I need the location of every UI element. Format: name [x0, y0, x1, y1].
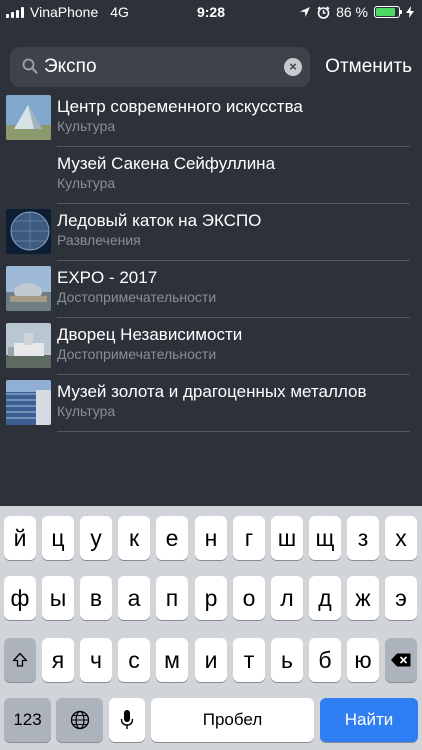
result-category: Развлечения — [57, 232, 141, 248]
key[interactable]: р — [195, 576, 227, 620]
globe-key[interactable] — [56, 698, 103, 742]
key[interactable]: п — [156, 576, 188, 620]
search-input[interactable]: Экспо × — [10, 47, 310, 87]
divider — [57, 431, 410, 432]
battery-percent: 86 % — [336, 4, 368, 20]
key[interactable]: ь — [271, 638, 303, 682]
image-expo — [6, 266, 51, 311]
key[interactable]: щ — [309, 516, 341, 560]
key[interactable]: и — [195, 638, 227, 682]
key[interactable]: ы — [42, 576, 74, 620]
backspace-icon — [391, 653, 411, 667]
key[interactable]: э — [385, 576, 417, 620]
result-item[interactable]: Музей Сакена Сейфуллина Культура — [0, 147, 422, 204]
key[interactable]: я — [42, 638, 74, 682]
key[interactable]: ц — [42, 516, 74, 560]
cancel-button[interactable]: Отменить — [325, 56, 412, 78]
numbers-key[interactable]: 123 — [4, 698, 51, 742]
key[interactable]: б — [309, 638, 341, 682]
search-row: Экспо × Отменить — [10, 47, 412, 87]
key[interactable]: д — [309, 576, 341, 620]
key[interactable]: й — [4, 516, 36, 560]
search-button[interactable]: Найти — [320, 698, 418, 742]
results-list: Центр современного искусства Культура Му… — [0, 90, 422, 432]
key[interactable]: г — [233, 516, 265, 560]
image-pyramid — [6, 95, 51, 140]
key[interactable]: ч — [80, 638, 112, 682]
key[interactable]: х — [385, 516, 417, 560]
key[interactable]: е — [156, 516, 188, 560]
search-query: Экспо — [44, 56, 97, 77]
key[interactable]: ш — [271, 516, 303, 560]
image-sphere — [6, 209, 51, 254]
charging-icon — [406, 6, 414, 18]
result-category: Культура — [57, 118, 116, 134]
key[interactable]: а — [118, 576, 150, 620]
alarm-icon — [317, 5, 330, 19]
key[interactable]: в — [80, 576, 112, 620]
globe-icon — [70, 710, 89, 730]
key[interactable]: ж — [347, 576, 379, 620]
result-category: Культура — [57, 403, 116, 419]
result-item[interactable]: Ледовый каток на ЭКСПО Развлечения — [0, 204, 422, 261]
result-item[interactable]: Центр современного искусства Культура — [0, 90, 422, 147]
result-title: Центр современного искусства — [57, 97, 303, 116]
location-icon — [300, 7, 311, 17]
space-key[interactable]: Пробел — [151, 698, 314, 742]
result-title: Ледовый каток на ЭКСПО — [57, 211, 262, 230]
result-title: Музей золота и драгоценных металлов — [57, 382, 367, 401]
key[interactable]: с — [118, 638, 150, 682]
key[interactable]: н — [195, 516, 227, 560]
result-category: Культура — [57, 175, 116, 191]
image-museum — [6, 380, 51, 425]
result-title: Музей Сакена Сейфуллина — [57, 154, 276, 173]
microphone-icon — [120, 710, 134, 729]
shift-key[interactable] — [4, 638, 36, 682]
key[interactable]: у — [80, 516, 112, 560]
result-item[interactable]: Музей золота и драгоценных металлов Куль… — [0, 375, 422, 432]
battery-icon — [374, 6, 402, 18]
search-icon — [22, 58, 38, 74]
clear-icon[interactable]: × — [284, 58, 302, 76]
shift-icon — [12, 652, 28, 667]
result-item[interactable]: EXPO - 2017 Достопримечательности — [0, 261, 422, 318]
status-bar: VinaPhone 4G 9:28 86 % — [0, 0, 422, 24]
result-category: Достопримечательности — [57, 346, 217, 362]
result-title: Дворец Независимости — [57, 325, 243, 344]
dictation-key[interactable] — [109, 698, 145, 742]
status-right: 86 % — [299, 4, 414, 20]
result-category: Достопримечательности — [57, 289, 217, 305]
key[interactable]: ю — [347, 638, 379, 682]
key[interactable]: л — [271, 576, 303, 620]
key[interactable]: о — [233, 576, 265, 620]
keyboard: й ц у к е н г ш щ з х ф ы в а п р о л д … — [0, 506, 422, 750]
image-palace — [6, 323, 51, 368]
result-item[interactable]: Дворец Независимости Достопримечательнос… — [0, 318, 422, 375]
screen: VinaPhone 4G 9:28 86 % Экспо × Отменить … — [0, 0, 422, 750]
key[interactable]: т — [233, 638, 265, 682]
key[interactable]: ф — [4, 576, 36, 620]
result-title: EXPO - 2017 — [57, 268, 158, 287]
key[interactable]: к — [118, 516, 150, 560]
backspace-key[interactable] — [385, 638, 417, 682]
key[interactable]: м — [156, 638, 188, 682]
key[interactable]: з — [347, 516, 379, 560]
